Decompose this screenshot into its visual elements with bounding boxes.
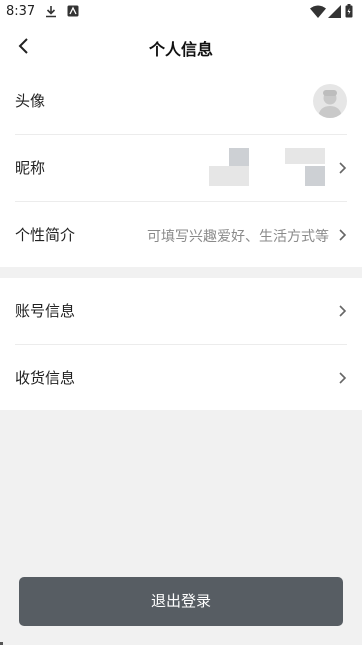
bio-placeholder: 可填写兴趣爱好、生活方式等: [147, 229, 329, 245]
chevron-right-icon: [339, 229, 347, 241]
nickname-label: 昵称: [15, 159, 46, 177]
cellular-signal-icon: [328, 5, 341, 18]
status-time: 8:37: [6, 4, 36, 19]
avatar-label: 头像: [15, 92, 46, 110]
default-user-icon: [318, 90, 342, 118]
status-bar: 8:37: [0, 0, 362, 24]
battery-charging-icon: [345, 4, 353, 18]
wifi-icon: [310, 5, 326, 18]
shipping-info-label: 收货信息: [15, 369, 76, 387]
chevron-right-icon: [339, 305, 347, 317]
account-info-row[interactable]: 账号信息: [15, 278, 347, 345]
account-section: 账号信息 收货信息: [0, 278, 362, 410]
avatar: [313, 84, 347, 118]
chevron-right-icon: [339, 162, 347, 174]
download-icon: [46, 6, 56, 18]
app-notification-icon: [67, 5, 79, 17]
profile-section: 头像 昵称 个性简介 可填写兴趣爱好、生活方式等: [0, 68, 362, 267]
chevron-right-icon: [339, 372, 347, 384]
navigation-bar: 个人信息: [0, 24, 362, 68]
shipping-info-row[interactable]: 收货信息: [15, 345, 347, 411]
bio-label: 个性简介: [15, 226, 76, 244]
page-title: 个人信息: [148, 40, 213, 59]
account-info-label: 账号信息: [15, 302, 76, 320]
bio-row[interactable]: 个性简介 可填写兴趣爱好、生活方式等: [15, 202, 347, 268]
avatar-row[interactable]: 头像: [15, 68, 347, 135]
nickname-row[interactable]: 昵称: [15, 135, 347, 202]
logout-button[interactable]: 退出登录: [19, 577, 343, 626]
